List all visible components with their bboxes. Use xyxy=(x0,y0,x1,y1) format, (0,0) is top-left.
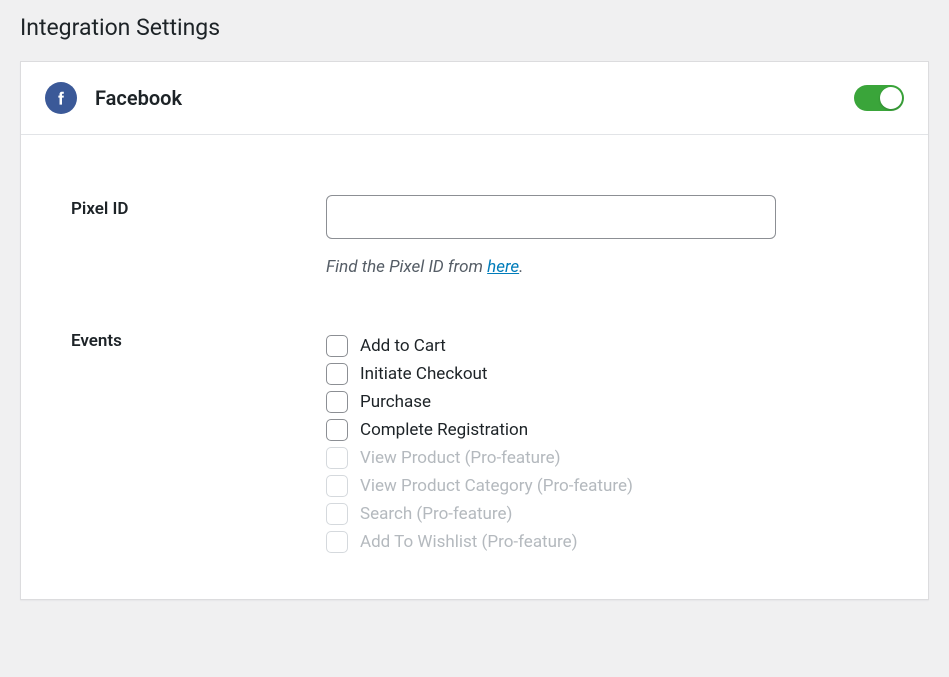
integration-panel: Facebook Pixel ID Find the Pixel ID from… xyxy=(20,61,929,600)
pixel-id-help-link[interactable]: here xyxy=(487,257,519,277)
event-label: View Product Category (Pro-feature) xyxy=(360,476,633,496)
event-label: Complete Registration xyxy=(360,420,528,440)
pixel-id-input[interactable] xyxy=(326,195,776,239)
event-checkbox[interactable] xyxy=(326,391,348,413)
event-checkbox xyxy=(326,475,348,497)
events-list: Add to Cart Initiate Checkout Purchase Comp… xyxy=(326,335,878,553)
pixel-id-label: Pixel ID xyxy=(71,195,326,219)
helper-prefix: Find the Pixel ID from xyxy=(326,257,487,277)
event-label: Initiate Checkout xyxy=(360,364,487,384)
event-item: Add To Wishlist (Pro-feature) xyxy=(326,531,878,553)
panel-header: Facebook xyxy=(21,62,928,135)
helper-suffix: . xyxy=(519,257,523,277)
event-label: Add To Wishlist (Pro-feature) xyxy=(360,532,578,552)
event-checkbox xyxy=(326,531,348,553)
event-label: Purchase xyxy=(360,392,431,412)
event-item: Add to Cart xyxy=(326,335,878,357)
event-item: Complete Registration xyxy=(326,419,878,441)
toggle-knob xyxy=(880,87,902,109)
facebook-icon xyxy=(45,82,77,114)
event-item: View Product Category (Pro-feature) xyxy=(326,475,878,497)
event-item: Initiate Checkout xyxy=(326,363,878,385)
event-item: View Product (Pro-feature) xyxy=(326,447,878,469)
event-checkbox[interactable] xyxy=(326,335,348,357)
page-title: Integration Settings xyxy=(20,0,929,61)
event-checkbox[interactable] xyxy=(326,363,348,385)
event-label: Add to Cart xyxy=(360,336,446,356)
integration-enable-toggle[interactable] xyxy=(854,85,904,111)
events-label: Events xyxy=(71,327,326,351)
event-item: Purchase xyxy=(326,391,878,413)
event-label: View Product (Pro-feature) xyxy=(360,448,561,468)
event-label: Search (Pro-feature) xyxy=(360,504,512,524)
event-checkbox xyxy=(326,503,348,525)
events-row: Events Add to Cart Initiate Checkout Purch… xyxy=(71,327,878,559)
event-checkbox xyxy=(326,447,348,469)
event-item: Search (Pro-feature) xyxy=(326,503,878,525)
pixel-id-row: Pixel ID Find the Pixel ID from here. xyxy=(71,195,878,277)
integration-name: Facebook xyxy=(95,86,854,110)
event-checkbox[interactable] xyxy=(326,419,348,441)
panel-body: Pixel ID Find the Pixel ID from here. Ev… xyxy=(21,135,928,599)
pixel-id-helper: Find the Pixel ID from here. xyxy=(326,257,878,277)
